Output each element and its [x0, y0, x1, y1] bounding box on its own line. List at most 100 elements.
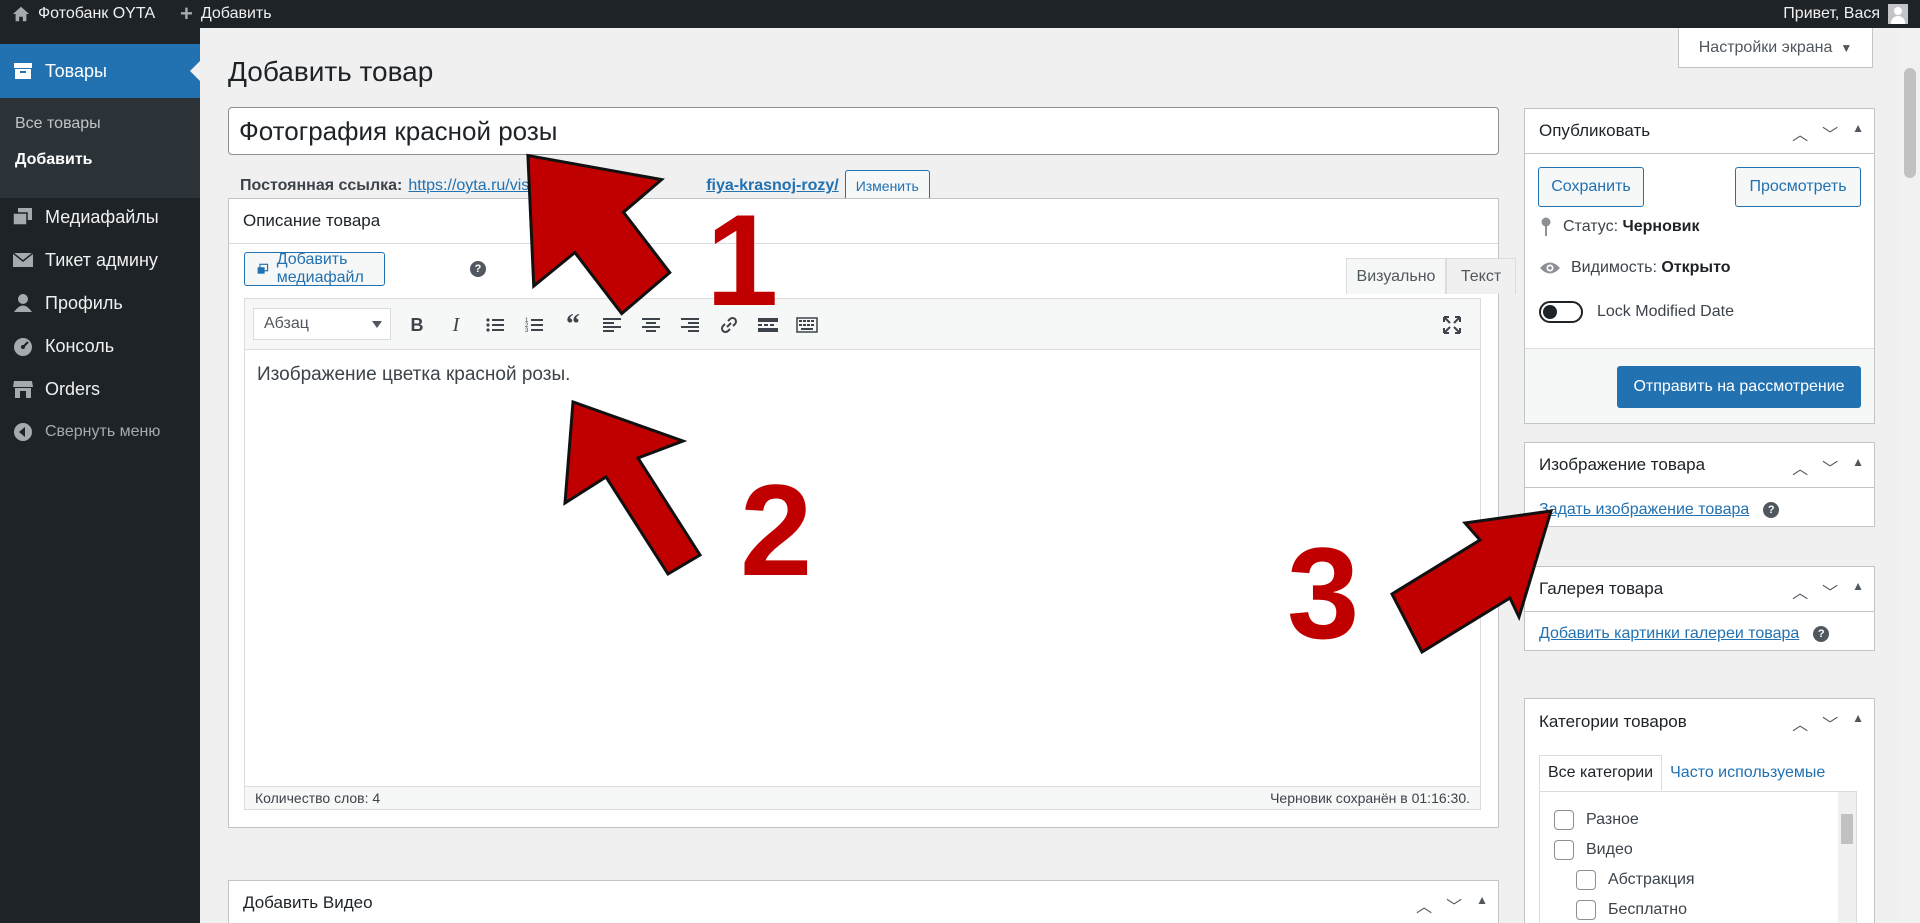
annotation-number-2: 2 — [740, 457, 813, 603]
preview-button[interactable]: Просмотреть — [1735, 167, 1861, 207]
editor-status-bar: Количество слов: 4 Черновик сохранён в 0… — [244, 786, 1481, 810]
products-submenu: Все товары Добавить — [0, 98, 200, 198]
align-right-icon[interactable] — [676, 311, 704, 339]
page-scrollbar[interactable] — [1900, 28, 1920, 923]
move-up-icon[interactable]: ︿ — [1792, 121, 1808, 145]
align-center-icon[interactable] — [637, 311, 665, 339]
tab-all-categories[interactable]: Все категории — [1539, 755, 1663, 791]
permalink-url-start[interactable]: https://oyta.ru/visual-me — [408, 177, 578, 195]
dashboard-icon — [12, 335, 34, 357]
tab-popular-categories[interactable]: Часто используемые — [1662, 755, 1833, 791]
menu-item-ticket[interactable]: Тикет админу — [0, 240, 200, 280]
category-item[interactable]: Видео — [1554, 840, 1633, 860]
menu-item-profile[interactable]: Профиль — [0, 283, 200, 323]
category-checkbox[interactable] — [1554, 840, 1574, 860]
categories-postbox: Категории товаров ︿ ﹀ ▲ Все категории Ча… — [1524, 698, 1875, 923]
svg-text:3: 3 — [525, 328, 529, 333]
numbered-list-icon[interactable]: 123 — [520, 311, 548, 339]
new-content-label: Добавить — [200, 5, 272, 22]
add-gallery-images-link[interactable]: Добавить картинки галереи товара — [1539, 625, 1799, 643]
help-icon[interactable]: ? — [1813, 626, 1830, 642]
category-tabs: Все категории Часто используемые — [1539, 755, 1833, 791]
mail-icon — [12, 249, 34, 271]
quote-icon[interactable]: “ — [559, 309, 587, 340]
menu-label-ticket: Тикет админу — [45, 249, 158, 270]
admin-sidebar: Товары Все товары Добавить Медиафайлы Ти… — [0, 28, 200, 923]
site-name: Фотобанк OYTA — [38, 5, 156, 22]
menu-item-media[interactable]: Медиафайлы — [0, 197, 200, 237]
help-icon[interactable]: ? — [470, 261, 486, 277]
visibility-value: Открыто — [1661, 259, 1731, 276]
menu-label-collapse: Свернуть меню — [45, 423, 161, 440]
move-up-icon[interactable]: ︿ — [1416, 893, 1432, 917]
annotation-number-1: 1 — [706, 187, 779, 333]
tab-visual[interactable]: Визуально — [1346, 258, 1446, 294]
move-down-icon[interactable]: ﹀ — [1822, 455, 1838, 479]
submenu-add-product[interactable]: Добавить — [15, 151, 93, 169]
toolbar-toggle-icon[interactable] — [793, 311, 821, 339]
help-icon[interactable]: ? — [1763, 502, 1780, 518]
publish-box-controls: ︿ ﹀ ▲ — [1792, 121, 1864, 145]
visibility-row: Видимость: Открыто — [1539, 259, 1730, 277]
bold-icon[interactable]: B — [403, 311, 431, 339]
add-media-label: Добавить медиафайл — [276, 251, 364, 286]
product-image-controls: ︿ ﹀ ▲ — [1792, 455, 1864, 479]
add-media-button[interactable]: Добавить медиафайл — [244, 251, 386, 286]
move-down-icon[interactable]: ﹀ — [1822, 579, 1838, 603]
toggle-panel-icon[interactable]: ▲ — [1852, 711, 1864, 735]
lock-date-toggle[interactable] — [1539, 301, 1583, 323]
editor-toolbar: Абзац B I 123 “ — [244, 298, 1481, 350]
align-left-icon[interactable] — [598, 311, 626, 339]
screen-options-button[interactable]: Настройки экрана ▼ — [1678, 28, 1873, 68]
gallery-controls: ︿ ﹀ ▲ — [1792, 579, 1864, 603]
submenu-all-products[interactable]: Все товары — [15, 115, 101, 133]
toggle-panel-icon[interactable]: ▲ — [1852, 121, 1864, 145]
permalink-label: Постоянная ссылка: — [240, 177, 403, 194]
title-input[interactable]: Фотография красной розы — [228, 107, 1499, 155]
category-checkbox[interactable] — [1576, 870, 1596, 890]
menu-item-orders[interactable]: Orders — [0, 369, 200, 409]
set-product-image-link[interactable]: Задать изображение товара — [1539, 501, 1749, 519]
pin-icon — [1541, 217, 1551, 236]
main-content: Настройки экрана ▼ Добавить товар Фотогр… — [200, 28, 1900, 923]
toggle-panel-icon[interactable]: ▲ — [1852, 579, 1864, 603]
collapse-menu-button[interactable]: Свернуть меню — [0, 412, 200, 452]
move-down-icon[interactable]: ﹀ — [1822, 711, 1838, 735]
menu-label-orders: Orders — [45, 378, 101, 399]
fullscreen-icon[interactable] — [1438, 311, 1466, 339]
category-checkbox[interactable] — [1576, 900, 1596, 920]
screen-options-label: Настройки экрана — [1698, 38, 1833, 56]
collapse-icon — [12, 421, 34, 443]
add-media-icon — [257, 263, 269, 274]
italic-icon[interactable]: I — [442, 311, 470, 339]
submit-for-review-button[interactable]: Отправить на рассмотрение — [1617, 366, 1861, 408]
menu-item-products[interactable]: Товары — [0, 44, 200, 98]
format-select[interactable]: Абзац — [253, 308, 391, 340]
category-item[interactable]: Абстракция — [1576, 870, 1695, 890]
video-box-controls: ︿ ﹀ ▲ — [1416, 893, 1488, 917]
save-draft-button[interactable]: Сохранить — [1538, 167, 1644, 207]
new-content-link[interactable]: + Добавить — [180, 0, 272, 28]
move-up-icon[interactable]: ︿ — [1792, 711, 1808, 735]
set-image-row: Задать изображение товара ? — [1539, 501, 1780, 519]
description-heading: Описание товара — [229, 199, 1498, 244]
toggle-panel-icon[interactable]: ▲ — [1476, 893, 1488, 917]
category-checkbox[interactable] — [1554, 810, 1574, 830]
category-scrollbar[interactable] — [1838, 792, 1856, 923]
menu-label-media: Медиафайлы — [45, 206, 159, 227]
move-down-icon[interactable]: ﹀ — [1446, 893, 1462, 917]
category-list: Разное Видео Абстракция Бесплатно — [1539, 791, 1857, 923]
avatar — [1888, 4, 1908, 24]
tab-text[interactable]: Текст — [1446, 258, 1516, 294]
bullet-list-icon[interactable] — [481, 311, 509, 339]
move-up-icon[interactable]: ︿ — [1792, 579, 1808, 603]
menu-item-console[interactable]: Консоль — [0, 326, 200, 366]
site-name-link[interactable]: Фотобанк OYTA — [12, 0, 155, 28]
account-menu[interactable]: Привет, Вася — [1783, 0, 1908, 28]
category-item[interactable]: Разное — [1554, 810, 1639, 830]
move-up-icon[interactable]: ︿ — [1792, 455, 1808, 479]
store-icon — [12, 378, 34, 400]
category-item[interactable]: Бесплатно — [1576, 900, 1687, 920]
move-down-icon[interactable]: ﹀ — [1822, 121, 1838, 145]
toggle-panel-icon[interactable]: ▲ — [1852, 455, 1864, 479]
